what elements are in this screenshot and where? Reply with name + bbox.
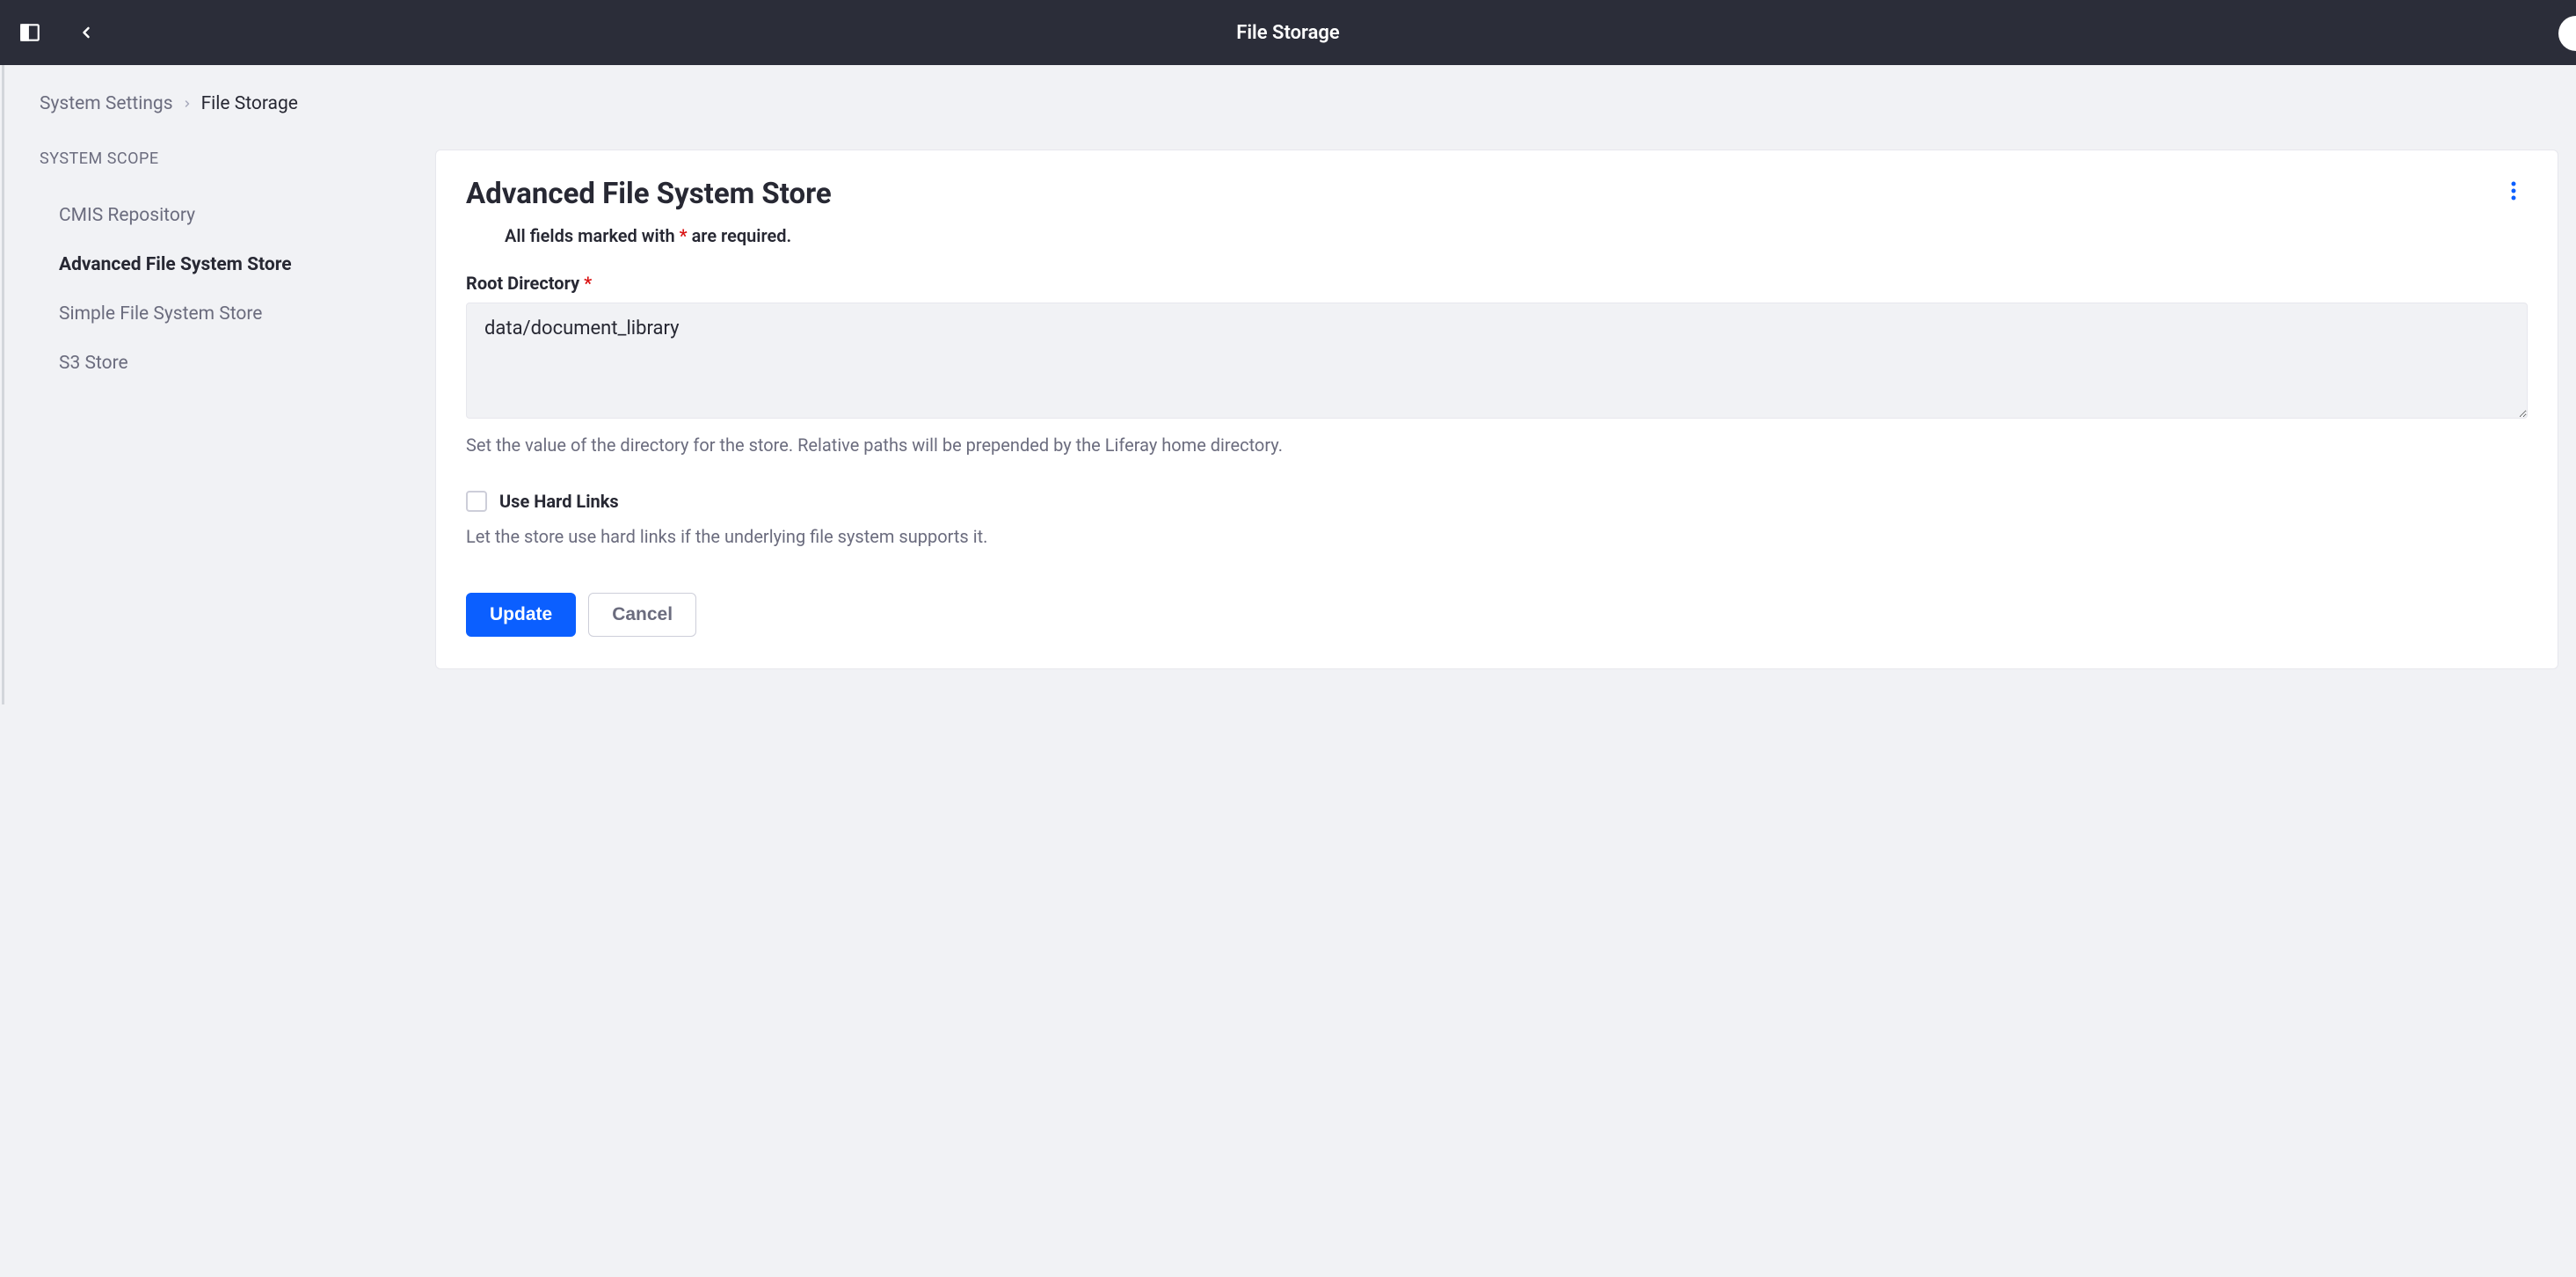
topbar-right-avatar[interactable] bbox=[2558, 16, 2576, 51]
breadcrumb-current: File Storage bbox=[201, 93, 298, 114]
sidebar-item-simple-file-system-store[interactable]: Simple File System Store bbox=[40, 289, 409, 339]
chevron-left-icon bbox=[77, 24, 95, 41]
topbar: File Storage bbox=[0, 0, 2576, 65]
root-directory-field: Root Directory * Set the value of the di… bbox=[466, 273, 2528, 456]
breadcrumb: System Settings File Storage bbox=[4, 81, 2576, 150]
hard-links-label[interactable]: Use Hard Links bbox=[499, 491, 619, 512]
topbar-left bbox=[18, 20, 98, 45]
chevron-right-icon bbox=[182, 93, 193, 114]
hard-links-help: Let the store use hard links if the unde… bbox=[466, 526, 2528, 547]
panel-header: Advanced File System Store bbox=[466, 177, 2528, 211]
sidebar-item-cmis-repository[interactable]: CMIS Repository bbox=[40, 191, 409, 240]
sidebar-item-label: S3 Store bbox=[59, 353, 128, 374]
back-button[interactable] bbox=[74, 20, 98, 45]
asterisk-icon: * bbox=[584, 273, 592, 294]
required-fields-note: All fields marked with * are required. bbox=[505, 225, 2528, 246]
update-button[interactable]: Update bbox=[466, 593, 576, 637]
panel-title: Advanced File System Store bbox=[466, 177, 832, 211]
more-actions-button[interactable] bbox=[2500, 177, 2528, 205]
settings-panel: Advanced File System Store All fields ma… bbox=[435, 150, 2558, 669]
content-wrap: System Settings File Storage SYSTEM SCOP… bbox=[2, 65, 2576, 704]
hard-links-checkbox[interactable] bbox=[466, 491, 487, 512]
panel-toggle-button[interactable] bbox=[18, 20, 42, 45]
hard-links-checkbox-row: Use Hard Links bbox=[466, 491, 2528, 512]
root-directory-label: Root Directory * bbox=[466, 273, 2528, 294]
root-directory-label-text: Root Directory bbox=[466, 273, 584, 294]
topbar-title: File Storage bbox=[1236, 22, 1340, 44]
asterisk-icon: * bbox=[680, 225, 688, 246]
sidebar-item-label: Advanced File System Store bbox=[59, 254, 292, 275]
hard-links-field: Use Hard Links Let the store use hard li… bbox=[466, 491, 2528, 547]
required-suffix: are required. bbox=[688, 225, 792, 246]
cancel-button[interactable]: Cancel bbox=[588, 593, 696, 637]
main-area: SYSTEM SCOPE CMIS Repository Advanced Fi… bbox=[4, 150, 2576, 669]
sidebar-item-s3-store[interactable]: S3 Store bbox=[40, 339, 409, 388]
sidebar-item-label: Simple File System Store bbox=[59, 303, 262, 325]
required-prefix: All fields marked with bbox=[505, 225, 680, 246]
button-row: Update Cancel bbox=[466, 593, 2528, 637]
breadcrumb-parent-link[interactable]: System Settings bbox=[40, 93, 173, 114]
root-directory-input[interactable] bbox=[466, 303, 2528, 419]
sidebar: SYSTEM SCOPE CMIS Repository Advanced Fi… bbox=[40, 150, 409, 669]
panel-left-icon bbox=[18, 21, 41, 44]
sidebar-item-advanced-file-system-store[interactable]: Advanced File System Store bbox=[40, 240, 409, 289]
scope-label: SYSTEM SCOPE bbox=[40, 150, 409, 168]
kebab-icon bbox=[2511, 180, 2516, 201]
sidebar-item-label: CMIS Repository bbox=[59, 205, 195, 226]
root-directory-help: Set the value of the directory for the s… bbox=[466, 434, 2528, 456]
